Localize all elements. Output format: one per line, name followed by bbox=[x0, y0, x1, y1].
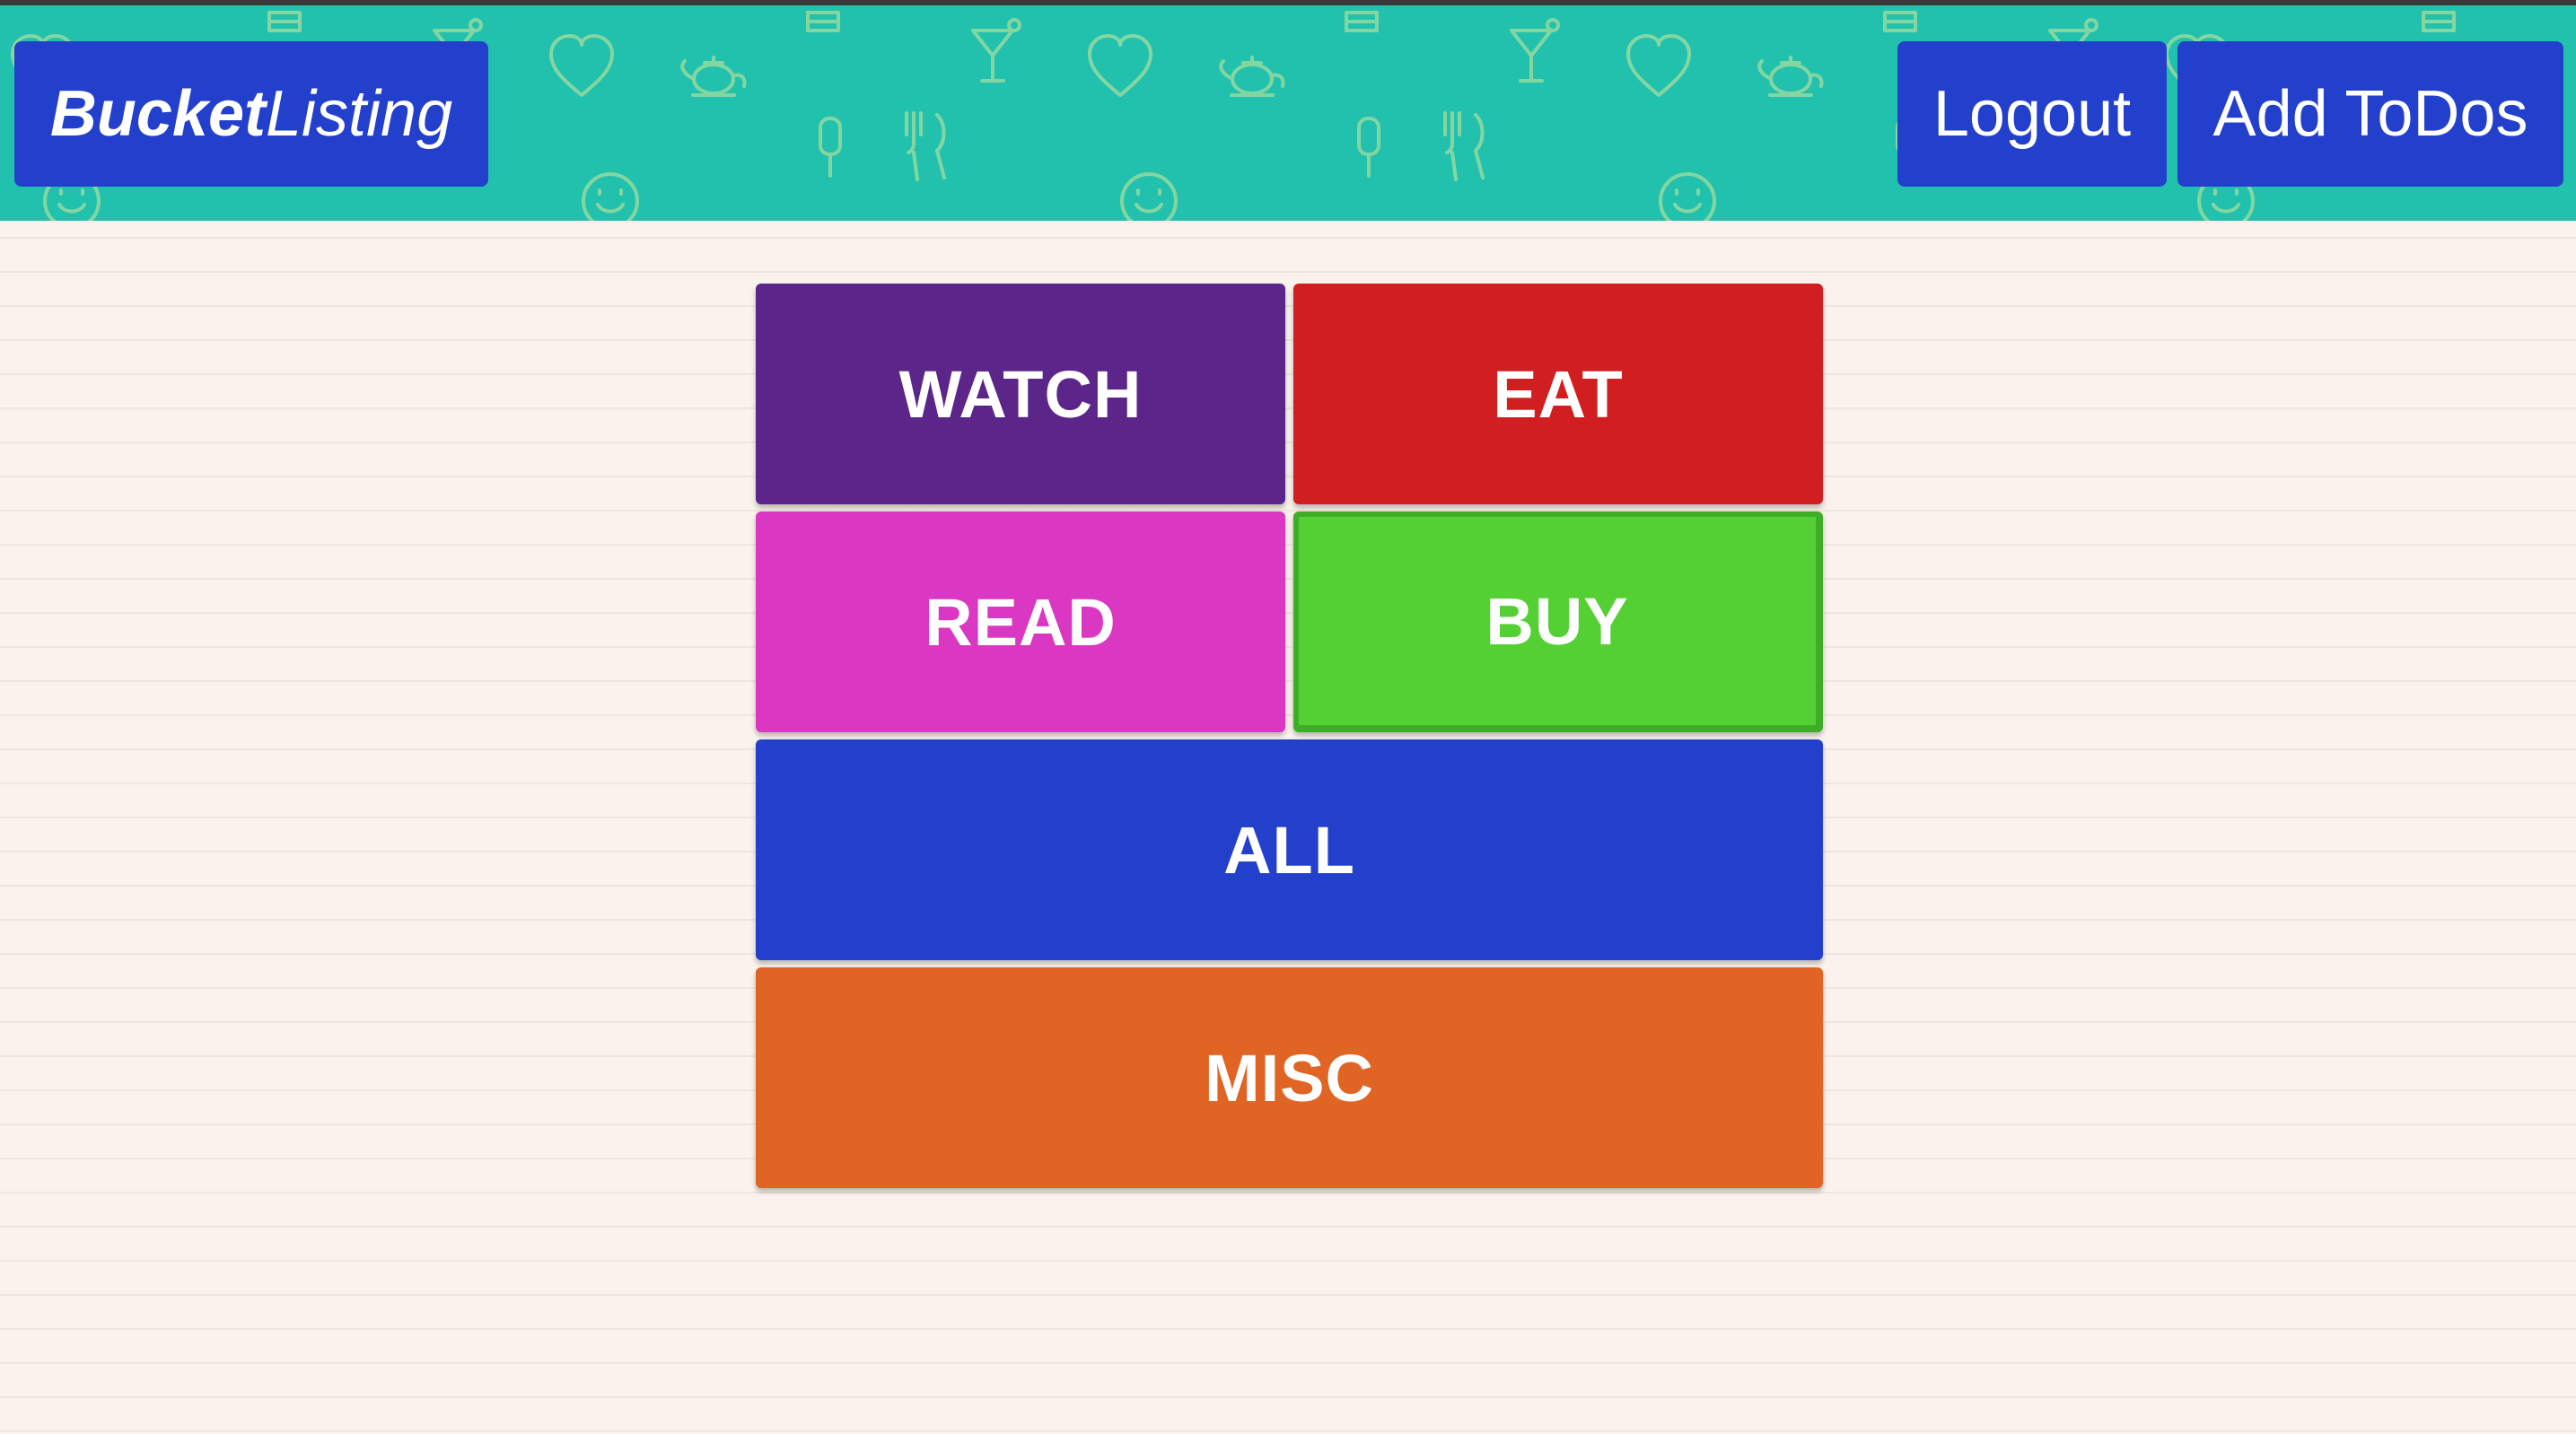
category-misc-button[interactable]: MISC bbox=[756, 967, 1823, 1188]
category-watch-button[interactable]: WATCH bbox=[756, 284, 1285, 504]
navbar: Bucket Listing Logout Add ToDos bbox=[0, 5, 2576, 221]
add-todos-button[interactable]: Add ToDos bbox=[2177, 41, 2563, 187]
brand-bold-text: Bucket bbox=[49, 78, 266, 150]
teapot-icon bbox=[680, 56, 747, 97]
logout-button[interactable]: Logout bbox=[1897, 41, 2167, 187]
heart-icon bbox=[549, 34, 614, 97]
category-buy-button[interactable]: BUY bbox=[1293, 512, 1823, 732]
brand-light-text: Listing bbox=[265, 78, 453, 150]
category-eat-button[interactable]: EAT bbox=[1293, 284, 1823, 504]
utensils-icon bbox=[905, 111, 946, 181]
category-all-button[interactable]: ALL bbox=[756, 739, 1823, 960]
popsicle-icon bbox=[819, 117, 842, 178]
category-read-button[interactable]: READ bbox=[756, 512, 1285, 732]
brand-logo-button[interactable]: Bucket Listing bbox=[14, 41, 488, 187]
smiley-icon bbox=[582, 172, 639, 221]
cocktail-icon bbox=[971, 18, 1021, 83]
cake-icon bbox=[806, 11, 840, 32]
